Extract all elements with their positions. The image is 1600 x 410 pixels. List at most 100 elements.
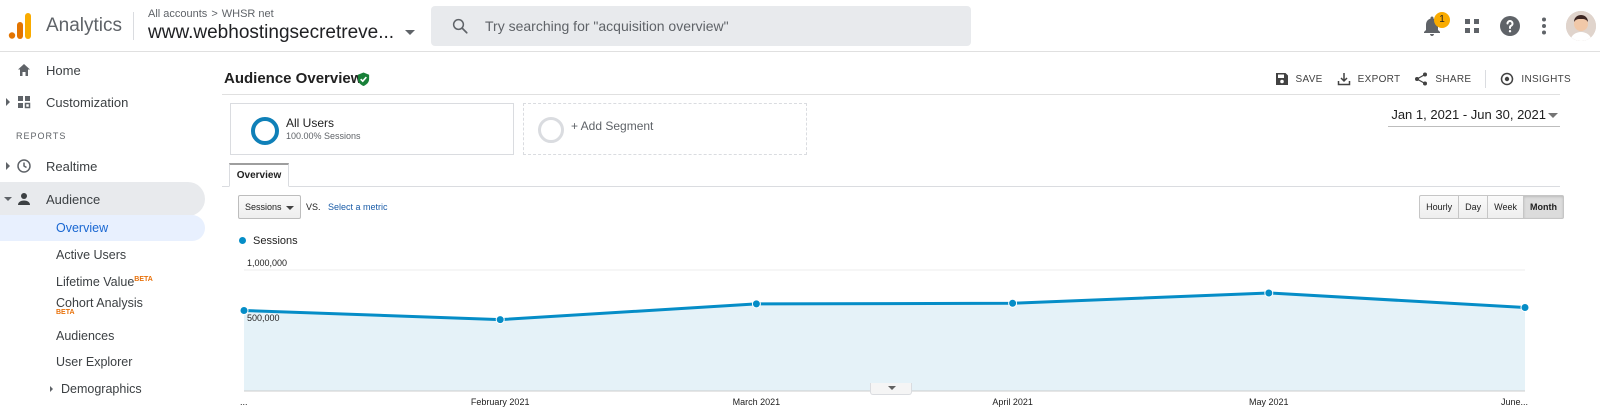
sidebar-subitem-audiences[interactable]: Audiences [0, 325, 205, 351]
clock-icon [17, 159, 31, 173]
top-header: Analytics All accounts > WHSR net www.we… [0, 0, 1600, 52]
week-button[interactable]: Week [1487, 196, 1523, 218]
breadcrumb-root[interactable]: All accounts [148, 8, 207, 20]
apps-icon[interactable] [1460, 14, 1484, 38]
insights-icon [1501, 72, 1514, 86]
select-metric-link[interactable]: Select a metric [328, 202, 388, 212]
reports-section-label: REPORTS [16, 131, 67, 141]
sessions-chart[interactable]: 1,000,000 500,000 ... February 2021 March … [222, 248, 1560, 407]
chart-collapse-button[interactable] [870, 383, 912, 395]
analytics-logo-icon[interactable] [8, 13, 32, 39]
segment-subtitle: 100.00% Sessions [286, 131, 361, 141]
tab-overview[interactable]: Overview [229, 163, 289, 187]
app-name[interactable]: Analytics [46, 15, 122, 37]
date-range-picker[interactable]: Jan 1, 2021 - Jun 30, 2021 [1391, 107, 1546, 122]
search-bar[interactable] [431, 6, 971, 46]
x-tick-label: May 2021 [1249, 397, 1289, 407]
sidebar-subitem-label: Lifetime Value [56, 275, 135, 289]
sidebar-subitem-demographics[interactable]: Demographics [0, 378, 205, 404]
tab-divider [222, 186, 1560, 187]
sidebar-subitem-label: Audiences [56, 329, 115, 343]
sidebar-subitem-label: Active Users [56, 248, 127, 262]
expand-arrow-icon[interactable] [50, 386, 53, 392]
x-tick-label: April 2021 [992, 397, 1033, 407]
empty-segment-ring-icon [538, 117, 564, 143]
expand-arrow-icon[interactable] [6, 162, 10, 170]
sidebar-subitem-lifetime-value[interactable]: Lifetime ValueBETA [0, 268, 205, 294]
sidebar-subitem-label: Cohort Analysis [56, 296, 143, 310]
sidebar-item-label: Audience [46, 191, 101, 207]
sidebar-subitem-label: User Explorer [56, 355, 133, 369]
property-selector[interactable]: www.webhostingsecretreve... [148, 22, 394, 44]
hourly-button[interactable]: Hourly [1420, 196, 1458, 218]
person-icon [18, 193, 30, 205]
granularity-toggle: Hourly Day Week Month [1419, 195, 1564, 219]
export-icon [1337, 73, 1350, 86]
share-label: SHARE [1435, 73, 1472, 85]
sidebar-subitem-user-explorer[interactable]: User Explorer [0, 351, 205, 377]
beta-badge: BETA [56, 309, 75, 316]
sidebar-subitem-active-users[interactable]: Active Users [0, 242, 205, 268]
add-segment-label: + Add Segment [571, 119, 654, 133]
expand-arrow-icon[interactable] [6, 98, 10, 106]
save-button[interactable]: SAVE [1275, 72, 1323, 86]
help-icon[interactable] [1498, 14, 1522, 38]
x-tick-label: February 2021 [470, 397, 530, 407]
verified-shield-icon [357, 72, 370, 87]
share-button[interactable]: SHARE [1414, 72, 1471, 86]
y-tick-label: 1,000,000 [247, 258, 288, 268]
export-button[interactable]: EXPORT [1337, 72, 1401, 86]
report-actions: SAVE EXPORT SHARE INSIGHTS [1261, 70, 1571, 88]
actions-divider [1485, 70, 1487, 88]
metric-dropdown-label: Sessions [245, 202, 282, 212]
data-point [495, 315, 505, 325]
sidebar-item-realtime[interactable]: Realtime [0, 149, 205, 183]
export-label: EXPORT [1357, 73, 1401, 85]
legend-label: Sessions [253, 235, 298, 247]
avatar[interactable] [1566, 11, 1596, 41]
chevron-down-icon [286, 206, 294, 210]
insights-button[interactable]: INSIGHTS [1500, 72, 1571, 86]
save-icon [1275, 73, 1288, 85]
data-point [1008, 298, 1018, 308]
collapse-arrow-icon[interactable] [4, 197, 12, 201]
month-button[interactable]: Month [1523, 196, 1563, 218]
series-area [244, 292, 1525, 391]
sidebar-item-home[interactable]: Home [0, 53, 205, 87]
sidebar-item-label: Customization [46, 94, 129, 110]
segment-ring-icon [251, 117, 279, 145]
add-segment-button[interactable]: + Add Segment [523, 103, 807, 155]
metric-dropdown[interactable]: Sessions [238, 195, 301, 219]
day-button[interactable]: Day [1458, 196, 1487, 218]
date-dropdown-icon[interactable] [1548, 113, 1558, 118]
sidebar-subitem-cohort-analysis[interactable]: Cohort Analysis BETA [0, 295, 205, 323]
notification-badge: 1 [1434, 12, 1450, 28]
share-icon [1415, 72, 1428, 86]
page-title: Audience Overview [224, 70, 363, 87]
sidebar: Home Customization REPORTS Realtime Audi… [0, 53, 215, 410]
sidebar-item-audience[interactable]: Audience [0, 182, 205, 216]
search-input[interactable] [485, 18, 945, 34]
insights-label: INSIGHTS [1521, 73, 1571, 85]
segment-all-users[interactable]: All Users 100.00% Sessions [230, 103, 514, 155]
chart-svg [239, 269, 1530, 392]
sidebar-subitem-overview[interactable]: Overview [0, 215, 205, 241]
user-avatar-icon [1566, 11, 1596, 41]
sidebar-item-label: Realtime [46, 158, 98, 174]
sidebar-item-customization[interactable]: Customization [0, 85, 205, 119]
breadcrumb-account[interactable]: WHSR net [222, 8, 274, 20]
save-label: SAVE [1295, 73, 1323, 85]
sidebar-item-label: Home [46, 62, 81, 78]
legend-swatch [239, 237, 246, 244]
property-dropdown-icon[interactable] [405, 30, 415, 35]
data-point [1520, 303, 1530, 313]
header-divider [133, 12, 134, 40]
home-icon [18, 64, 30, 76]
main-content: Audience Overview SAVE EXPORT SHARE INSI… [222, 53, 1600, 410]
chevron-down-icon [888, 386, 896, 390]
beta-badge: BETA [134, 275, 153, 283]
more-vert-icon[interactable] [1532, 14, 1556, 38]
data-point [1264, 288, 1274, 298]
dashboard-icon [18, 96, 31, 109]
account-breadcrumb[interactable]: All accounts > WHSR net [148, 8, 274, 20]
